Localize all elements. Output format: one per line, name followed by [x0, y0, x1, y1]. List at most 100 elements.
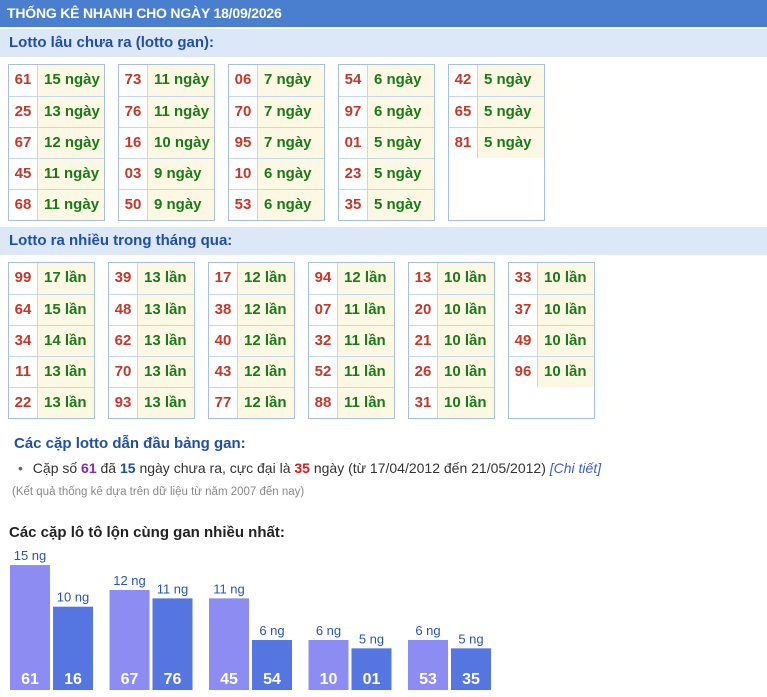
frequent-number[interactable]: 31 — [409, 388, 438, 418]
gan-number[interactable]: 81 — [449, 128, 478, 158]
data-note: (Kết quả thống kê dựa trên dữ liệu từ nă… — [12, 486, 305, 498]
gan-number[interactable]: 68 — [9, 190, 38, 220]
frequent-number[interactable]: 49 — [509, 326, 538, 356]
gan-number[interactable]: 54 — [339, 65, 368, 96]
leaders-suffix: ngày (từ 17/04/2012 đến 21/05/2012) — [313, 460, 546, 476]
frequent-row: 52 11 lần — [309, 356, 394, 387]
pairs-bar-chart: 15 ng 61 10 ng 16 12 ng 67 11 ng 76 11 ng 45 6 ng 5… — [10, 548, 491, 690]
frequent-number[interactable]: 43 — [209, 357, 238, 387]
pair-bar-value: 5 ng — [458, 631, 483, 646]
frequent-row: 40 12 lần — [209, 325, 294, 356]
gan-number[interactable]: 95 — [229, 128, 258, 158]
frequent-count: 11 lần — [338, 295, 394, 325]
frequent-number[interactable]: 62 — [109, 326, 138, 356]
frequent-number[interactable]: 96 — [509, 357, 538, 387]
frequent-row: 38 12 lần — [209, 294, 294, 325]
pair-bar-value: 5 ng — [359, 631, 384, 646]
pair-bar-value: 11 ng — [157, 581, 189, 596]
frequent-number[interactable]: 93 — [109, 388, 138, 418]
frequent-row: 13 10 lần — [409, 263, 494, 294]
frequent-number[interactable]: 99 — [9, 263, 38, 294]
frequent-number[interactable]: 40 — [209, 326, 238, 356]
frequent-row: 93 13 lần — [109, 387, 194, 418]
gan-row: 73 11 ngày — [119, 65, 214, 96]
gan-row: 42 5 ngày — [449, 65, 544, 96]
gan-count: 5 ngày — [478, 65, 544, 96]
frequent-number[interactable]: 11 — [9, 357, 38, 387]
gan-row: 68 11 ngày — [9, 189, 104, 220]
frequent-number[interactable]: 77 — [209, 388, 238, 418]
gan-number[interactable]: 06 — [229, 65, 258, 96]
frequent-group: 94 12 lần 07 11 lần 32 11 lần 52 11 lần 88 11 lần — [308, 262, 395, 419]
gan-count: 7 ngày — [258, 65, 324, 96]
gan-number[interactable]: 65 — [449, 97, 478, 127]
gan-number[interactable]: 25 — [9, 97, 38, 127]
frequent-count: 10 lần — [438, 326, 494, 356]
frequent-number[interactable]: 37 — [509, 295, 538, 325]
gan-number[interactable]: 16 — [119, 128, 148, 158]
frequent-number[interactable]: 88 — [309, 388, 338, 418]
gan-row: 23 5 ngày — [339, 158, 434, 189]
frequent-number[interactable]: 07 — [309, 295, 338, 325]
frequent-number[interactable]: 34 — [9, 326, 38, 356]
frequent-number[interactable]: 48 — [109, 295, 138, 325]
frequent-row: 49 10 lần — [509, 325, 594, 356]
leaders-max: 35 — [294, 460, 310, 476]
gan-number[interactable]: 73 — [119, 65, 148, 96]
gan-number[interactable]: 10 — [229, 159, 258, 189]
gan-count: 7 ngày — [258, 128, 324, 158]
detail-link[interactable]: [Chi tiết] — [550, 460, 601, 476]
gan-group: 61 15 ngày 25 13 ngày 67 12 ngày 45 11 ngày 68 11… — [8, 64, 105, 221]
frequent-count: 17 lần — [38, 263, 94, 294]
frequent-count: 10 lần — [538, 295, 594, 325]
frequent-number[interactable]: 32 — [309, 326, 338, 356]
gan-row: 67 12 ngày — [9, 127, 104, 158]
gan-number[interactable]: 23 — [339, 159, 368, 189]
frequent-number[interactable]: 94 — [309, 263, 338, 294]
frequent-count: 10 lần — [438, 295, 494, 325]
frequent-number[interactable]: 64 — [9, 295, 38, 325]
frequent-number[interactable]: 52 — [309, 357, 338, 387]
gan-number[interactable]: 70 — [229, 97, 258, 127]
gan-number[interactable]: 61 — [9, 65, 38, 96]
frequent-row: 43 12 lần — [209, 356, 294, 387]
frequent-row: 31 10 lần — [409, 387, 494, 418]
frequent-count: 13 lần — [138, 357, 194, 387]
frequent-count: 10 lần — [538, 357, 594, 387]
pair-bar-number: 54 — [263, 671, 281, 688]
frequent-number[interactable]: 38 — [209, 295, 238, 325]
gan-table: 61 15 ngày 25 13 ngày 67 12 ngày 45 11 ngày 68 11… — [8, 64, 558, 221]
frequent-row: 99 17 lần — [9, 263, 94, 294]
frequent-number[interactable]: 39 — [109, 263, 138, 294]
gan-row: 45 11 ngày — [9, 158, 104, 189]
frequent-row: 48 13 lần — [109, 294, 194, 325]
gan-number[interactable]: 35 — [339, 190, 368, 220]
frequent-number[interactable]: 17 — [209, 263, 238, 294]
gan-number[interactable]: 03 — [119, 159, 148, 189]
frequent-number[interactable]: 22 — [9, 388, 38, 418]
frequent-number[interactable]: 20 — [409, 295, 438, 325]
gan-number[interactable]: 50 — [119, 190, 148, 220]
frequent-number[interactable]: 70 — [109, 357, 138, 387]
pair-bar-number: 35 — [462, 671, 480, 688]
frequent-number[interactable]: 26 — [409, 357, 438, 387]
gan-number[interactable]: 42 — [449, 65, 478, 96]
frequent-number[interactable]: 13 — [409, 263, 438, 294]
frequent-number[interactable]: 33 — [509, 263, 538, 294]
gan-number[interactable]: 53 — [229, 190, 258, 220]
gan-number[interactable]: 76 — [119, 97, 148, 127]
gan-row: 03 9 ngày — [119, 158, 214, 189]
gan-number[interactable]: 01 — [339, 128, 368, 158]
frequent-number[interactable]: 21 — [409, 326, 438, 356]
frequent-count: 12 lần — [238, 326, 294, 356]
gan-number[interactable]: 45 — [9, 159, 38, 189]
gan-number[interactable]: 97 — [339, 97, 368, 127]
gan-count: 5 ngày — [478, 97, 544, 127]
gan-number[interactable]: 67 — [9, 128, 38, 158]
pair-bar-value: 12 ng — [113, 573, 146, 588]
leaders-mid2: ngày chưa ra, cực đại là — [139, 460, 291, 476]
frequent-table: 99 17 lần 64 15 lần 34 14 lần 11 13 lần 22 13 lần… — [8, 262, 608, 419]
frequent-row: 11 13 lần — [9, 356, 94, 387]
gan-row: 16 10 ngày — [119, 127, 214, 158]
leaders-line: • Cặp số 61 đã 15 ngày chưa ra, cực đại … — [18, 460, 601, 476]
